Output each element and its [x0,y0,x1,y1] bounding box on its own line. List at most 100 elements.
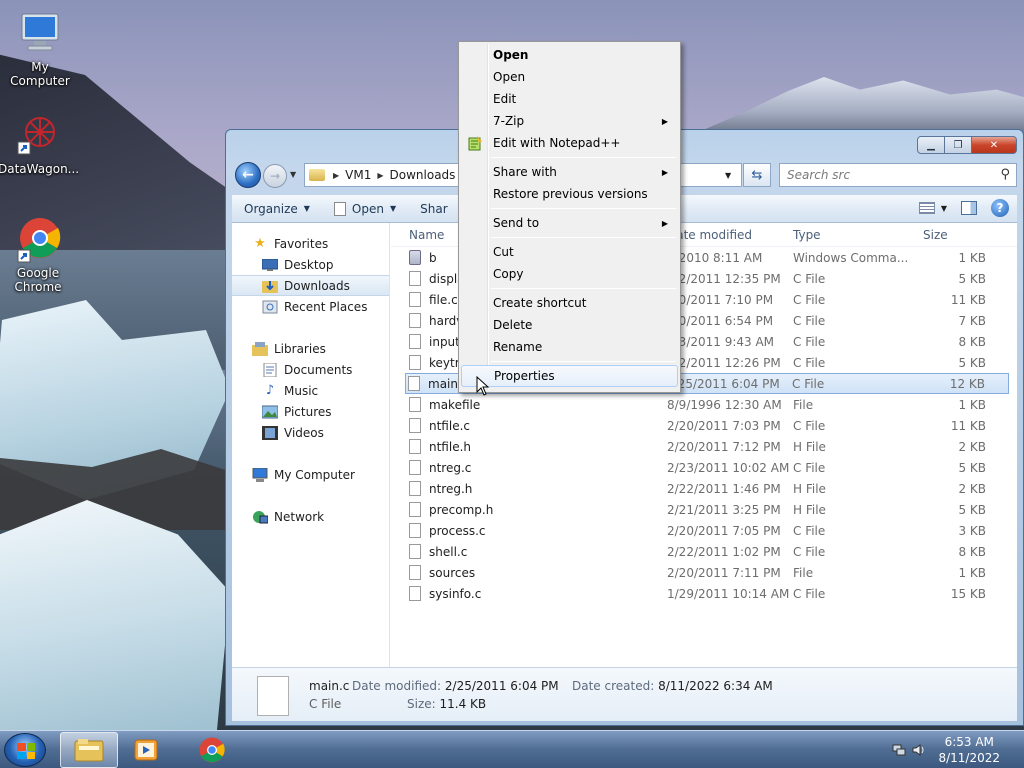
breadcrumb-arrow-icon[interactable]: ▶ [377,171,383,180]
menu-item-edit-with-notepad[interactable]: Edit with Notepad++ [461,132,678,154]
desktop-icon-google-chrome[interactable]: Google Chrome [0,216,78,294]
file-type: H File [793,502,826,517]
nav-recent-places[interactable]: Recent Places [232,296,389,317]
nav-downloads[interactable]: Downloads [232,275,389,296]
file-icon [409,397,421,412]
preview-pane-icon[interactable] [961,201,977,215]
menu-label: Open [493,48,529,62]
column-header-size[interactable]: Size [911,228,986,242]
document-icon [333,201,346,216]
menu-item-open[interactable]: Open [461,66,678,88]
view-controls: ▼ ? [905,199,1009,217]
breadcrumb-vm1[interactable]: VM1 [345,168,371,182]
file-row[interactable]: process.c 2/20/2011 7:05 PM C File 3 KB [391,520,1017,541]
file-name-cell: ntfile.c [391,418,647,433]
taskbar-media-player-button[interactable] [118,732,176,768]
file-name: sources [429,565,476,580]
nav-music[interactable]: ♪ Music [232,380,389,401]
menu-item-open-default[interactable]: Open [461,44,678,66]
menu-item-delete[interactable]: Delete [461,314,678,336]
nav-my-computer[interactable]: My Computer [232,464,389,485]
details-file-type: C File [309,697,342,711]
nav-documents[interactable]: Documents [232,359,389,380]
file-icon [409,418,421,433]
menu-item-7zip[interactable]: 7-Zip ▶ [461,110,678,132]
share-button[interactable]: Shar [408,202,460,216]
help-icon[interactable]: ? [991,199,1009,217]
organize-button[interactable]: Organize ▼ [232,202,322,216]
file-row[interactable]: sources 2/20/2011 7:11 PM File 1 KB [391,562,1017,583]
file-icon [408,376,420,391]
file-row[interactable]: ntfile.c 2/20/2011 7:03 PM C File 11 KB [391,415,1017,436]
file-row[interactable]: precomp.h 2/21/2011 3:25 PM H File 5 KB [391,499,1017,520]
file-row[interactable]: ntfile.h 2/20/2011 7:12 PM H File 2 KB [391,436,1017,457]
clock[interactable]: 6:53 AM 8/11/2022 [938,734,1000,766]
start-button[interactable] [4,733,46,767]
desktop-icon-datawagon[interactable]: DataWagon... [0,112,79,176]
back-button[interactable]: ← [235,162,261,188]
menu-item-share-with[interactable]: Share with ▶ [461,161,678,183]
notepad-plus-plus-icon [468,136,482,151]
nav-desktop[interactable]: Desktop [232,254,389,275]
file-row[interactable]: makefile 8/9/1996 12:30 AM File 1 KB [391,394,1017,415]
file-row[interactable]: sysinfo.c 1/29/2011 10:14 AM C File 15 KB [391,583,1017,604]
chrome-icon [199,737,225,763]
file-row[interactable]: ntreg.c 2/23/2011 10:02 AM C File 5 KB [391,457,1017,478]
volume-icon[interactable] [912,743,926,757]
file-icon [409,439,421,454]
file-date: 2/20/2011 7:03 PM [667,418,781,433]
menu-label: Send to [493,216,540,230]
nav-favorites[interactable]: ★ Favorites [232,233,389,254]
details-created-label: Date created: [572,679,655,693]
menu-separator [491,288,676,289]
nav-label: Favorites [274,236,329,251]
menu-item-cut[interactable]: Cut [461,241,678,263]
menu-item-create-shortcut[interactable]: Create shortcut [461,292,678,314]
menu-item-rename[interactable]: Rename [461,336,678,358]
minimize-button[interactable]: ▁ [917,136,945,154]
menu-item-send-to[interactable]: Send to ▶ [461,212,678,234]
breadcrumb-downloads[interactable]: Downloads [390,168,456,182]
open-button[interactable]: Open ▼ [322,201,408,216]
nav-libraries[interactable]: Libraries [232,338,389,359]
nav-pictures[interactable]: Pictures [232,401,389,422]
network-icon[interactable] [892,743,906,757]
menu-item-copy[interactable]: Copy [461,263,678,285]
refresh-button[interactable]: ⇆ [743,163,771,187]
file-size: 2 KB [958,439,986,454]
taskbar-chrome-button[interactable] [183,732,241,768]
maximize-button[interactable]: ❐ [944,136,972,154]
chevron-down-icon[interactable]: ▼ [941,204,947,213]
file-row[interactable]: ntreg.h 2/22/2011 1:46 PM H File 2 KB [391,478,1017,499]
change-view-icon[interactable] [918,202,935,214]
recent-pages-dropdown[interactable]: ▼ [290,170,296,179]
menu-item-properties[interactable]: Properties [461,365,678,387]
details-size: Size: 11.4 KB [407,697,486,711]
menu-item-restore-previous-versions[interactable]: Restore previous versions [461,183,678,205]
datawagon-icon [14,112,62,160]
forward-button[interactable]: → [263,164,287,188]
nav-label: Pictures [284,404,332,419]
taskbar-explorer-button[interactable] [60,732,118,768]
breadcrumb-arrow-icon[interactable]: ▶ [333,171,339,180]
file-type: H File [793,439,826,454]
nav-videos[interactable]: Videos [232,422,389,443]
address-dropdown-icon[interactable]: ▼ [725,171,731,180]
menu-label: Restore previous versions [493,187,648,201]
explorer-folder-icon [74,739,104,762]
music-icon: ♪ [265,383,275,398]
column-header-type[interactable]: Type [793,228,911,242]
file-icon [409,523,421,538]
menu-separator [491,208,676,209]
close-button[interactable]: ✕ [971,136,1017,154]
file-name-cell: process.c [391,523,647,538]
details-created-value: 8/11/2022 6:34 AM [658,679,773,693]
desktop-icon-my-computer[interactable]: My Computer [0,10,80,88]
file-row[interactable]: shell.c 2/22/2011 1:02 PM C File 8 KB [391,541,1017,562]
nav-label: Downloads [284,278,350,293]
menu-item-edit[interactable]: Edit [461,88,678,110]
search-input[interactable]: Search src ⚲ [779,163,1017,187]
computer-icon [252,467,268,482]
nav-network[interactable]: Network [232,506,389,527]
file-size: 12 KB [949,376,985,391]
